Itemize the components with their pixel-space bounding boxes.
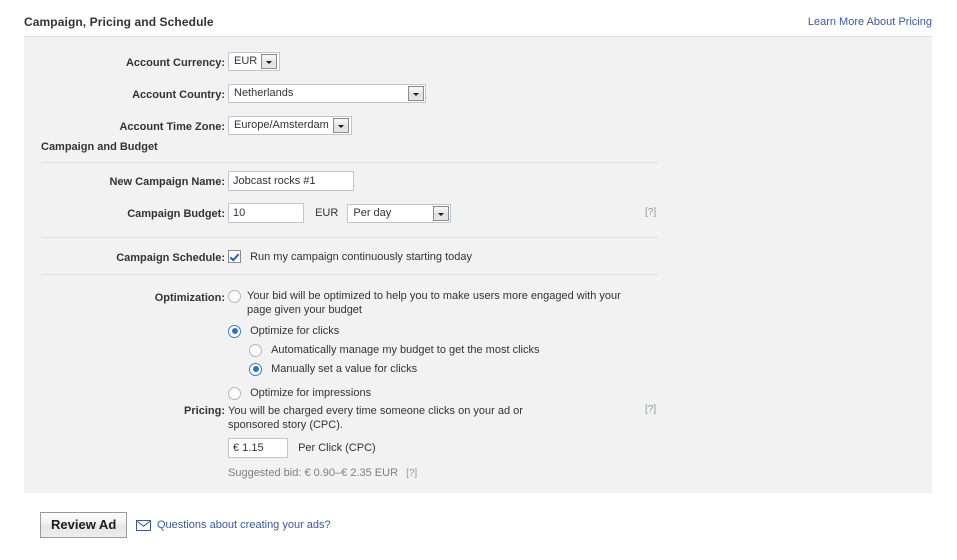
suggested-bid-help-icon[interactable]: [?] (406, 468, 417, 479)
footer-bar: Review Ad Questions about creating your … (24, 505, 932, 545)
learn-more-about-pricing-link[interactable]: Learn More About Pricing (808, 16, 932, 28)
pricing-bid-unit-label: Per Click (CPC) (298, 442, 376, 454)
radio-auto-manage-budget[interactable] (249, 344, 262, 357)
pricing-label: Pricing: (24, 404, 225, 418)
optimization-option-auto-budget[interactable]: Automatically manage my budget to get th… (249, 343, 539, 357)
chevron-down-icon[interactable] (408, 86, 424, 101)
account-timezone-value: Europe/Amsterdam (234, 117, 333, 134)
optimization-option-manual-value-label: Manually set a value for clicks (271, 362, 417, 376)
optimization-option-clicks-label: Optimize for clicks (250, 324, 339, 338)
pricing-bid-group: Per Click (CPC) (228, 438, 376, 458)
campaign-budget-period-value: Per day (353, 205, 395, 222)
run-continuously-checkbox[interactable] (228, 250, 241, 263)
chevron-down-icon[interactable] (261, 54, 277, 69)
optimization-option-auto-budget-label: Automatically manage my budget to get th… (271, 343, 539, 357)
optimization-option-impressions-label: Optimize for impressions (250, 386, 371, 400)
account-country-value: Netherlands (234, 85, 297, 102)
section-header: Campaign, Pricing and Schedule Learn Mor… (0, 0, 957, 36)
suggested-bid-text: Suggested bid: € 0.90–€ 2.35 EUR (228, 467, 398, 479)
optimization-option-engagement-label: Your bid will be optimized to help you t… (247, 289, 648, 317)
radio-optimize-engagement[interactable] (228, 290, 241, 303)
radio-optimize-clicks[interactable] (228, 325, 241, 338)
new-campaign-name-input[interactable] (228, 171, 354, 191)
page-title: Campaign, Pricing and Schedule (24, 15, 214, 29)
campaign-and-budget-heading: Campaign and Budget (41, 141, 158, 153)
optimization-label: Optimization: (24, 291, 225, 305)
optimization-option-clicks[interactable]: Optimize for clicks (228, 324, 339, 338)
questions-link-group: Questions about creating your ads? (136, 519, 331, 531)
pricing-bid-input[interactable] (228, 438, 288, 458)
suggested-bid-group: Suggested bid: € 0.90–€ 2.35 EUR [?] (228, 466, 417, 481)
questions-about-creating-ads-link[interactable]: Questions about creating your ads? (157, 519, 331, 531)
divider (41, 274, 658, 275)
campaign-budget-period-select[interactable]: Per day (347, 204, 451, 223)
campaign-schedule-label: Campaign Schedule: (24, 251, 225, 265)
run-continuously-label: Run my campaign continuously starting to… (250, 251, 472, 263)
envelope-icon (136, 520, 151, 531)
campaign-settings-panel: Account Currency: EUR Account Country: N… (24, 36, 932, 493)
campaign-budget-label: Campaign Budget: (24, 207, 225, 221)
optimization-option-impressions[interactable]: Optimize for impressions (228, 386, 371, 400)
account-currency-value: EUR (234, 53, 261, 70)
account-currency-select[interactable]: EUR (228, 52, 280, 71)
campaign-budget-currency-suffix: EUR (315, 207, 338, 219)
account-country-select[interactable]: Netherlands (228, 84, 426, 103)
account-country-label: Account Country: (24, 88, 225, 102)
divider (41, 237, 658, 238)
chevron-down-icon[interactable] (433, 206, 449, 221)
account-timezone-label: Account Time Zone: (24, 120, 225, 134)
chevron-down-icon[interactable] (333, 118, 349, 133)
optimization-option-engagement[interactable]: Your bid will be optimized to help you t… (228, 289, 648, 317)
account-timezone-select[interactable]: Europe/Amsterdam (228, 116, 352, 135)
new-campaign-name-label: New Campaign Name: (24, 175, 225, 189)
pricing-description: You will be charged every time someone c… (228, 404, 558, 432)
account-currency-label: Account Currency: (24, 56, 225, 70)
campaign-budget-right-help-icon[interactable]: [?] (645, 207, 656, 218)
campaign-budget-amount-input[interactable] (228, 203, 304, 223)
divider (41, 162, 658, 163)
radio-optimize-impressions[interactable] (228, 387, 241, 400)
radio-manual-value-clicks[interactable] (249, 363, 262, 376)
pricing-help-icon[interactable]: [?] (645, 404, 656, 415)
optimization-option-manual-value[interactable]: Manually set a value for clicks (249, 362, 417, 376)
review-ad-button[interactable]: Review Ad (40, 512, 127, 538)
